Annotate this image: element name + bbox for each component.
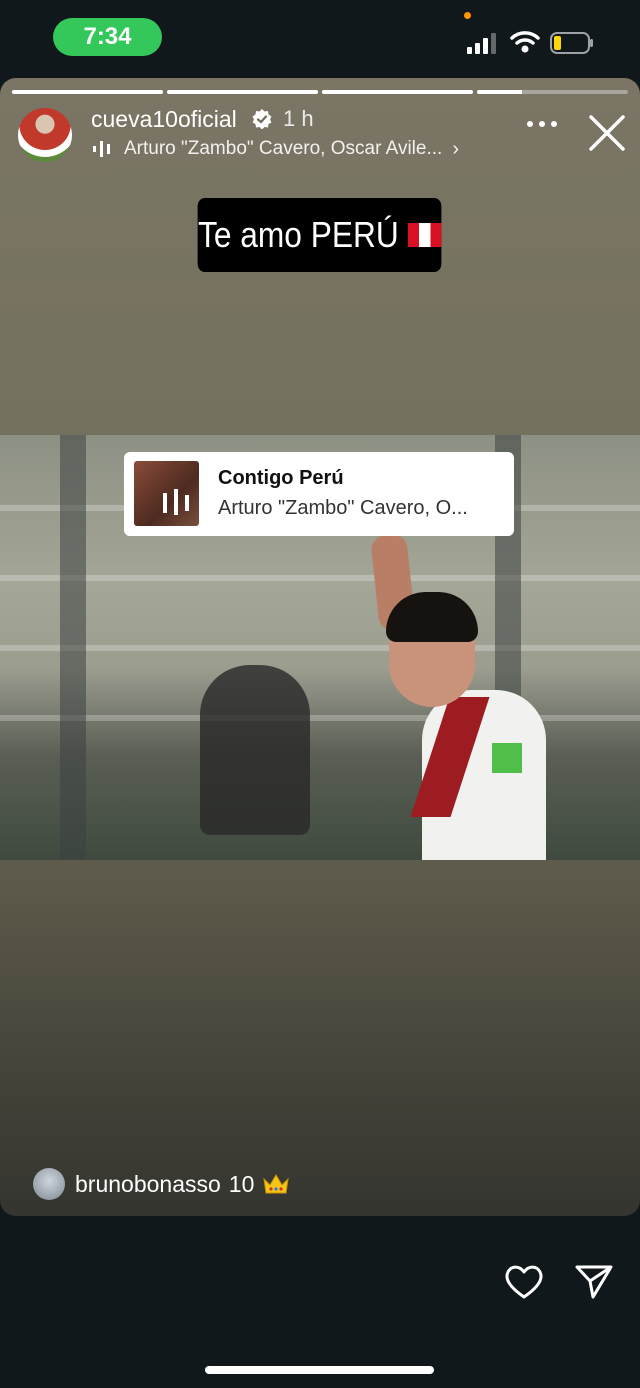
stadium-row xyxy=(0,645,640,651)
progress-segment xyxy=(322,90,473,94)
progress-segment xyxy=(477,90,628,94)
home-indicator[interactable] xyxy=(205,1366,434,1374)
story-reply-mention[interactable]: brunobonasso 10 xyxy=(33,1168,290,1200)
music-line-text: Arturo "Zambo" Cavero, Oscar Avile... xyxy=(124,138,443,159)
send-icon[interactable] xyxy=(574,1262,614,1302)
close-icon[interactable] xyxy=(588,114,626,152)
story-progress xyxy=(12,90,628,94)
progress-segment xyxy=(167,90,318,94)
story-time-ago: 1 h xyxy=(283,106,314,131)
privacy-indicator-dot xyxy=(464,12,471,19)
progress-segment xyxy=(12,90,163,94)
stadium-post xyxy=(60,435,86,860)
wifi-icon xyxy=(510,31,540,53)
stadium-row xyxy=(0,575,640,581)
stadium-row xyxy=(0,715,640,721)
battery-icon xyxy=(550,32,593,54)
story-avatar[interactable] xyxy=(18,108,72,162)
signal-icon xyxy=(467,33,496,54)
song-artist: Arturo "Zambo" Cavero, O... xyxy=(218,497,468,519)
status-bar: 7:34 xyxy=(0,0,640,80)
album-art xyxy=(134,461,199,526)
verified-badge-icon xyxy=(252,109,272,129)
more-icon[interactable] xyxy=(526,118,558,130)
equalizer-icon xyxy=(163,489,189,515)
story-caption: Te amo PERÚ xyxy=(197,198,442,272)
story-card[interactable]: cueva10oficial 1 h Arturo "Zambo" Cavero… xyxy=(0,78,640,1216)
heart-icon[interactable] xyxy=(504,1264,544,1300)
music-sticker[interactable]: Contigo Perú Arturo "Zambo" Cavero, O... xyxy=(124,452,514,536)
jersey-patch xyxy=(492,743,522,773)
chevron-right-icon: › xyxy=(452,137,459,160)
reply-text: 10 xyxy=(228,1170,255,1197)
reply-username: brunobonasso xyxy=(75,1170,221,1197)
caption-text: Te amo PERÚ xyxy=(198,214,399,255)
crown-emoji-icon xyxy=(263,1174,290,1194)
audio-bars-icon xyxy=(93,141,110,157)
story-username[interactable]: cueva10oficial xyxy=(91,106,237,133)
song-title: Contigo Perú xyxy=(218,467,344,489)
reply-avatar xyxy=(33,1168,65,1200)
status-time[interactable]: 7:34 xyxy=(53,18,162,56)
background-person xyxy=(200,665,310,835)
peru-flag-icon xyxy=(407,223,441,247)
story-music-attribution[interactable]: Arturo "Zambo" Cavero, Oscar Avile... › xyxy=(92,136,459,162)
